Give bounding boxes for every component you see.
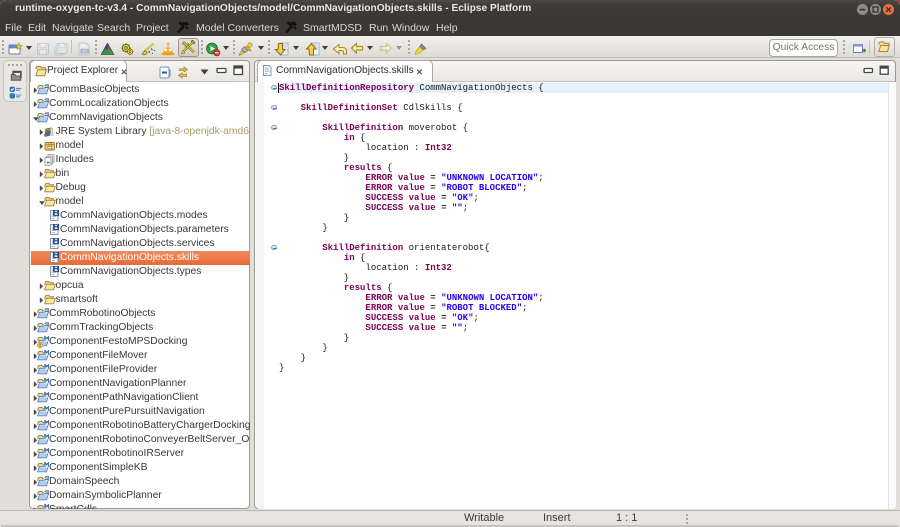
svg-text:010: 010 [81,49,90,55]
